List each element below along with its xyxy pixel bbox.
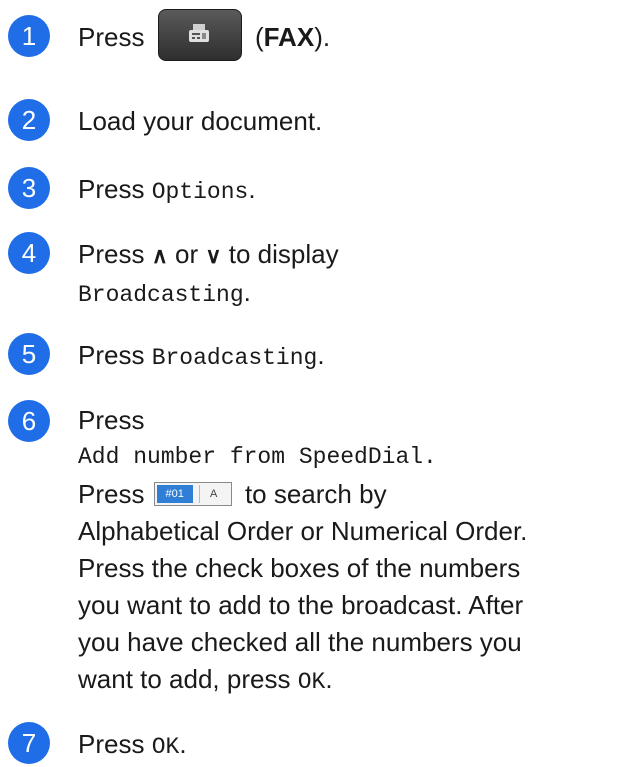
step-text: Press Options. bbox=[78, 174, 256, 205]
step-number-badge: 7 bbox=[8, 722, 50, 764]
step-text: Press ∧ or ∨ to display Broadcasting. bbox=[78, 239, 339, 308]
alphabetical-order-segment: A bbox=[198, 485, 228, 504]
ok-label: OK bbox=[297, 669, 326, 695]
step-text: Load your document. bbox=[78, 106, 323, 136]
step-text: Press Add number from SpeedDial. Press #… bbox=[78, 402, 613, 701]
step-number-badge: 2 bbox=[8, 99, 50, 141]
up-arrow-icon: ∧ bbox=[151, 243, 168, 268]
step-text: Press OK. bbox=[78, 729, 187, 760]
step-number-badge: 3 bbox=[8, 167, 50, 209]
ok-label: OK bbox=[151, 734, 180, 760]
step-number-badge: 5 bbox=[8, 333, 50, 375]
step-number-badge: 1 bbox=[8, 15, 50, 57]
step-text: Press Broadcasting. bbox=[78, 340, 325, 371]
fax-button[interactable] bbox=[157, 9, 242, 61]
down-arrow-icon: ∨ bbox=[205, 243, 222, 268]
step-text: Press (FAX). bbox=[78, 9, 613, 61]
option-label: Broadcasting bbox=[78, 282, 244, 308]
step-number-badge: 6 bbox=[8, 400, 50, 442]
search-order-button[interactable]: #01 A bbox=[153, 482, 232, 507]
option-label: Broadcasting bbox=[151, 345, 318, 371]
step-number-badge: 4 bbox=[8, 232, 50, 274]
fax-icon bbox=[188, 24, 209, 42]
option-label: Options bbox=[151, 179, 249, 205]
fax-label: FAX bbox=[263, 21, 315, 52]
option-label: Add number from SpeedDial. bbox=[78, 444, 437, 470]
numeric-order-segment: #01 bbox=[156, 485, 193, 504]
